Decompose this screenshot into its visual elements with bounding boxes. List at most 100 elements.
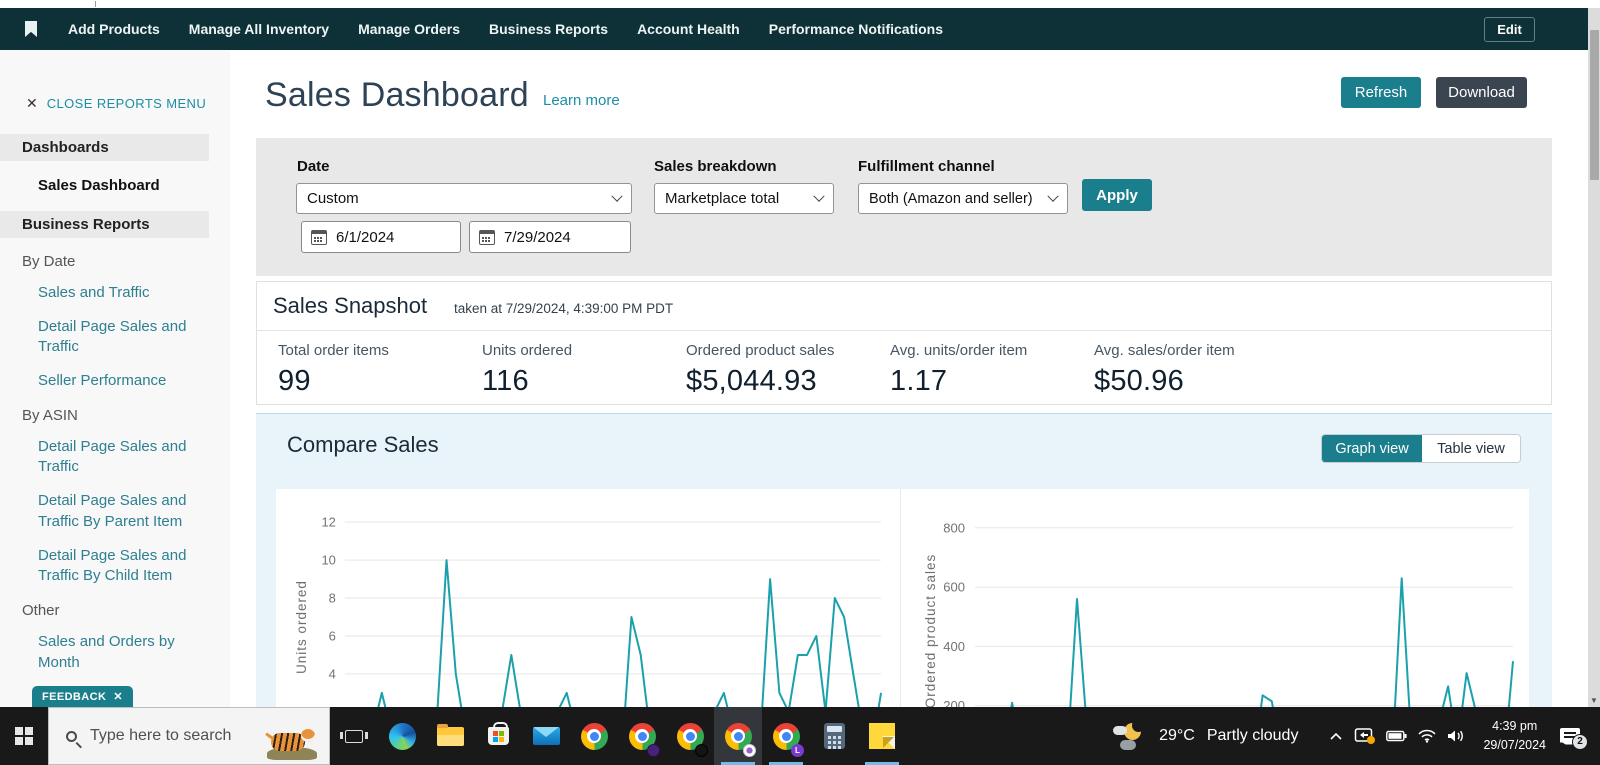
main-content: Sales Dashboard Learn more Refresh Downl… [230,50,1588,765]
nav-item-add-products[interactable]: Add Products [68,21,160,37]
sidebar-item-detail-page-parent-item[interactable]: Detail Page Sales and Traffic By Parent … [38,491,198,532]
tiger-search-graphic[interactable] [263,714,321,760]
display-notification-icon[interactable] [1354,727,1376,745]
task-view-button[interactable] [330,707,378,765]
nav-item-performance-notifications[interactable]: Performance Notifications [769,21,943,37]
store-bag-icon [488,727,509,745]
nav-item-business-reports[interactable]: Business Reports [489,21,608,37]
calculator-button[interactable] [810,707,858,765]
nav-menu: Add Products Manage All Inventory Manage… [68,21,943,37]
feedback-close-icon[interactable]: ✕ [113,690,123,703]
wifi-icon[interactable] [1417,729,1437,743]
sidebar-item-seller-performance[interactable]: Seller Performance [38,371,198,392]
metric-value: 99 [278,365,478,398]
system-tray: 29°C Partly cloudy 4:39 pm 29/07/2024 2 [1099,707,1600,765]
chrome-profile-badge: L [791,744,804,757]
microsoft-store-button[interactable] [474,707,522,765]
sales-breakdown-label: Sales breakdown [654,158,777,175]
sticky-notes-button[interactable] [858,707,906,765]
chrome-button-5[interactable]: L [762,707,810,765]
download-button[interactable]: Download [1436,77,1527,108]
sales-snapshot-section: Sales Snapshot taken at 7/29/2024, 4:39:… [256,281,1552,405]
metric-value: $5,044.93 [686,365,886,398]
edge-taskbar-button[interactable] [378,707,426,765]
nav-item-manage-all-inventory[interactable]: Manage All Inventory [189,21,329,37]
calendar-icon[interactable] [311,230,327,245]
page-title: Sales Dashboard [265,76,529,115]
chrome-profile-badge [743,744,756,757]
refresh-button[interactable]: Refresh [1341,77,1421,108]
feedback-label: FEEDBACK [42,691,106,703]
svg-text:12: 12 [321,515,335,530]
fulfillment-channel-select[interactable]: Both (Amazon and seller) [858,183,1068,214]
sidebar-item-sales-dashboard[interactable]: Sales Dashboard [38,177,230,194]
chevron-down-icon [813,190,824,201]
chrome-button-2[interactable] [618,707,666,765]
weather-widget[interactable]: 29°C Partly cloudy [1099,707,1312,765]
table-view-button[interactable]: Table view [1422,435,1520,462]
sidebar-item-sales-and-orders-by-month[interactable]: Sales and Orders by Month [38,632,198,673]
svg-text:400: 400 [943,639,965,654]
graph-view-button[interactable]: Graph view [1322,435,1422,462]
mail-icon [533,727,560,745]
date-from-field[interactable]: 6/1/2024 [301,221,461,253]
metric-total-order-items: Total order items 99 [278,342,478,398]
svg-text:4: 4 [329,666,336,681]
feedback-button[interactable]: FEEDBACK ✕ [32,686,133,707]
sidebar-item-detail-page-sales-traffic[interactable]: Detail Page Sales and Traffic [38,317,198,358]
windows-logo-icon [15,727,33,745]
taskbar-search-box[interactable]: Type here to search [48,707,330,765]
filter-panel: Date Custom 6/1/2024 7/29/2024 Sales bre… [256,138,1552,276]
nav-item-account-health[interactable]: Account Health [637,21,740,37]
svg-text:800: 800 [943,520,965,535]
chrome-profile-badge [647,744,660,757]
close-reports-menu[interactable]: ✕ CLOSE REPORTS MENU [26,95,230,112]
chrome-button-4-active[interactable] [714,707,762,765]
top-edge-tick [95,1,96,7]
learn-more-link[interactable]: Learn more [543,92,620,109]
sidebar-item-sales-and-traffic[interactable]: Sales and Traffic [38,283,198,304]
fulfillment-channel-label: Fulfillment channel [858,158,995,175]
date-from-value: 6/1/2024 [336,229,394,246]
date-to-value: 7/29/2024 [504,229,571,246]
sales-snapshot-title: Sales Snapshot [273,293,427,319]
battery-icon[interactable] [1386,730,1407,742]
metric-label: Units ordered [482,342,682,359]
action-center-button[interactable]: 2 [1560,728,1580,745]
bookmark-icon[interactable] [25,21,37,37]
chrome-button-3[interactable] [666,707,714,765]
svg-text:6: 6 [329,628,336,643]
edit-button[interactable]: Edit [1484,17,1535,42]
page-scrollbar[interactable]: ▼ [1588,8,1600,707]
mail-button[interactable] [522,707,570,765]
scrollbar-thumb[interactable] [1590,30,1599,180]
metric-value: 1.17 [890,365,1090,398]
browser-top-edge [0,0,1600,8]
screen: Add Products Manage All Inventory Manage… [0,0,1600,765]
chrome-profile-badge [695,744,708,757]
date-to-field[interactable]: 7/29/2024 [469,221,631,253]
chrome-button-1[interactable] [570,707,618,765]
scrollbar-down-arrow[interactable]: ▼ [1588,694,1600,707]
weather-temperature: 29°C [1159,727,1195,745]
date-range-select[interactable]: Custom [296,183,632,214]
close-reports-label: CLOSE REPORTS MENU [47,96,206,111]
sidebar-header-dashboards: Dashboards [0,134,209,161]
close-icon: ✕ [26,95,38,112]
view-toggle: Graph view Table view [1321,434,1521,463]
search-icon [66,731,77,742]
sidebar-item-detail-page-sales-traffic-asin[interactable]: Detail Page Sales and Traffic [38,437,198,478]
taskbar-clock[interactable]: 4:39 pm 29/07/2024 [1483,717,1546,755]
apply-button[interactable]: Apply [1082,179,1152,211]
sales-breakdown-select[interactable]: Marketplace total [654,183,834,214]
task-view-icon [345,730,363,743]
start-button[interactable] [0,707,48,765]
nav-item-manage-orders[interactable]: Manage Orders [358,21,460,37]
sidebar-group-by-asin: By ASIN [22,407,230,424]
calendar-icon[interactable] [479,230,495,245]
weather-icon [1113,723,1147,750]
show-hidden-icons-chevron[interactable] [1328,731,1344,741]
volume-icon[interactable] [1447,729,1467,743]
sidebar-item-detail-page-child-item[interactable]: Detail Page Sales and Traffic By Child I… [38,546,198,587]
file-explorer-button[interactable] [426,707,474,765]
